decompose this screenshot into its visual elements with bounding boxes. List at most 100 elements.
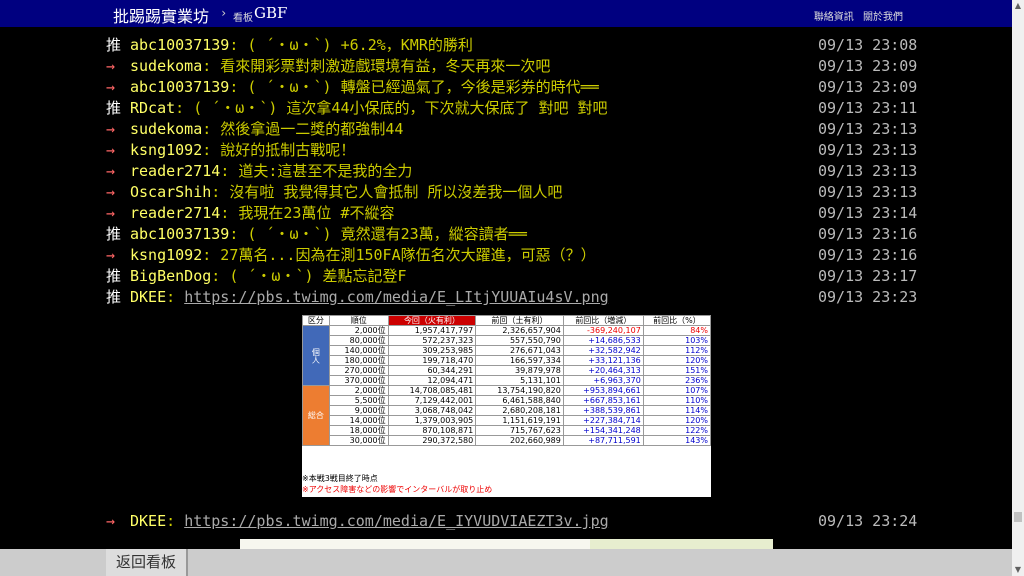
- table-cell-now: 12,094,471: [387, 375, 477, 386]
- table-cell-rank: 18,000位: [328, 425, 389, 436]
- table-note: ※アクセス障害などの影響でインターバルが取り止め: [302, 485, 493, 494]
- table-cell-diff: +87,711,591: [562, 435, 644, 446]
- site-title[interactable]: 批踢踢實業坊: [113, 3, 209, 27]
- back-to-board-button[interactable]: 返回看板: [106, 549, 188, 576]
- table-cell-now: 3,068,748,042: [387, 405, 477, 416]
- bottom-bar: 返回看板: [0, 549, 1012, 576]
- table-cell-rank: 140,000位: [328, 345, 389, 356]
- table-cell-prev: 276,671,043: [475, 345, 564, 356]
- about-link[interactable]: 關於我們: [863, 12, 903, 23]
- push-comment: 推 BigBenDog: ( ´・ω・`) 差點忘記登F 09/13 23:17: [106, 266, 926, 286]
- push-time: 09/13 23:13: [818, 120, 918, 138]
- push-comment: → ksng1092: 說好的抵制古戰呢！ 09/13 23:13: [106, 140, 926, 160]
- push-user: reader2714: [130, 204, 221, 222]
- push-tag: →: [106, 246, 116, 264]
- table-note: ※本戦3戦目終了時点: [302, 474, 378, 483]
- scroll-down-icon[interactable]: ▼: [1012, 564, 1024, 576]
- header-cell: 順位: [328, 315, 389, 326]
- header-cell: 前回比（増減）: [562, 315, 644, 326]
- table-cell-prev: 715,767,623: [475, 425, 564, 436]
- scrollbar[interactable]: ▲ ▼: [1012, 0, 1024, 576]
- table-cell-pct: 84%: [642, 325, 712, 336]
- push-time: 09/13 23:13: [818, 162, 918, 180]
- image-link[interactable]: https://pbs.twimg.com/media/E_LItjYUUAIu…: [184, 288, 608, 306]
- table-cell-prev: 39,879,978: [475, 365, 564, 376]
- table-cell-now: 1,957,417,797: [387, 325, 477, 336]
- push-time: 09/13 23:13: [818, 183, 918, 201]
- table-row: 総合 2,000位 14,708,085,481 13,754,190,820 +953…: [302, 385, 712, 446]
- push-comment: 推 abc10037139: ( ´・ω・`) 竟然還有23萬，縱容讀者══ 09…: [106, 224, 926, 244]
- push-content: : 說好的抵制古戰呢！: [202, 141, 356, 159]
- table-cell-rank: 80,000位: [328, 335, 389, 346]
- push-user: RDcat: [130, 99, 176, 117]
- table-cell-pct: 120%: [642, 355, 712, 366]
- push-content: : ( ´・ω・`) 轉盤已經過氣了，今後是彩券的時代══: [229, 78, 599, 96]
- push-time: 09/13 23:16: [818, 246, 918, 264]
- table-cell-pct: 110%: [642, 395, 712, 406]
- push-content: : 看來開彩票對刺激遊戲環境有益，冬天再來一次吧: [202, 57, 551, 75]
- push-tag: →: [106, 120, 116, 138]
- table-cell-diff: +33,121,136: [562, 355, 644, 366]
- breadcrumb-separator: ›: [220, 6, 228, 20]
- push-content: : ( ´・ω・`) 差點忘記登F: [211, 267, 407, 285]
- push-user: BigBenDog: [130, 267, 212, 285]
- push-time: 09/13 23:11: [818, 99, 918, 117]
- push-user: OscarShih: [130, 183, 212, 201]
- embedded-image-preview[interactable]: [240, 539, 773, 549]
- table-cell-rank: 270,000位: [328, 365, 389, 376]
- push-time: 09/13 23:24: [818, 512, 918, 530]
- push-comment: → sudekoma: 看來開彩票對刺激遊戲環境有益，冬天再來一次吧 09/13 …: [106, 56, 926, 76]
- table-cell-diff: +6,963,370: [562, 375, 644, 386]
- push-user: DKEE: [130, 288, 167, 306]
- table-row: 80,000位 572,237,323 557,550,790 +14,686,533…: [303, 335, 712, 346]
- push-tag: →: [106, 141, 116, 159]
- table-cell-prev: 2,326,657,904: [475, 325, 564, 336]
- board-name-link[interactable]: GBF: [254, 4, 287, 22]
- push-tag: 推: [106, 267, 122, 285]
- image-link[interactable]: https://pbs.twimg.com/media/E_IYVUDVIAEZ…: [184, 512, 608, 530]
- table-cell-prev: 1,151,619,191: [475, 415, 564, 426]
- push-tag: 推: [106, 288, 122, 306]
- scroll-up-icon[interactable]: ▲: [1012, 0, 1024, 12]
- table-cell-now: 199,718,470: [387, 355, 477, 366]
- push-content: :: [166, 512, 185, 530]
- table-row: 個人 2,000位 1,957,417,797 2,326,657,904 -369,2…: [302, 325, 712, 386]
- table-cell-diff: +20,464,313: [562, 365, 644, 376]
- table-cell-prev: 557,550,790: [475, 335, 564, 346]
- push-comment: → DKEE: https://pbs.twimg.com/media/E_IYV…: [106, 511, 926, 531]
- push-time: 09/13 23:23: [818, 288, 918, 306]
- table-cell-prev: 2,680,208,181: [475, 405, 564, 416]
- table-cell-pct: 114%: [642, 405, 712, 416]
- table-cell-pct: 143%: [642, 435, 712, 446]
- table-cell-pct: 151%: [642, 365, 712, 376]
- scrollbar-thumb[interactable]: [1014, 512, 1022, 522]
- table-cell-rank: 2,000位: [328, 385, 389, 396]
- header-cell: 区分: [302, 315, 330, 326]
- table-row: 9,000位 3,068,748,042 2,680,208,181 +388,539…: [303, 405, 712, 416]
- table-row: 180,000位 199,718,470 166,597,334 +33,121,13…: [303, 355, 712, 366]
- push-user: ksng1092: [130, 246, 203, 264]
- table-cell-rank: 14,000位: [328, 415, 389, 426]
- push-time: 09/13 23:17: [818, 267, 918, 285]
- table-cell-rank: 5,500位: [328, 395, 389, 406]
- push-comment: → OscarShih: 沒有啦 我覺得其它人會抵制 所以沒差我一個人吧 09/1…: [106, 182, 926, 202]
- embedded-ranking-table-image[interactable]: 区分 順位 今回（火有利） 前回（土有利） 前回比（増減） 前回比（%） 個人 2…: [302, 315, 712, 497]
- table-cell-pct: 120%: [642, 415, 712, 426]
- board-prefix: 看板: [233, 13, 253, 24]
- table-cell-pct: 236%: [642, 375, 712, 386]
- table-cell-now: 290,372,580: [387, 435, 477, 446]
- table-cell-diff: -369,240,107: [562, 325, 644, 336]
- table-cell-now: 309,253,985: [387, 345, 477, 356]
- push-comment: 推 DKEE: https://pbs.twimg.com/media/E_LIt…: [106, 287, 926, 307]
- table-cell-pct: 107%: [642, 385, 712, 396]
- top-links: 聯絡資訊 關於我們: [808, 8, 903, 23]
- push-user: abc10037139: [130, 225, 230, 243]
- push-content: : 沒有啦 我覺得其它人會抵制 所以沒差我一個人吧: [211, 183, 563, 201]
- push-tag: →: [106, 57, 116, 75]
- table-cell-prev: 202,660,989: [475, 435, 564, 446]
- contact-link[interactable]: 聯絡資訊: [814, 12, 854, 23]
- header-cell: 前回（土有利）: [475, 315, 564, 326]
- push-comment: 推 RDcat: ( ´・ω・`) 這次拿44小保底的，下次就大保底了 對吧 對吧…: [106, 98, 926, 118]
- push-time: 09/13 23:16: [818, 225, 918, 243]
- push-time: 09/13 23:14: [818, 204, 918, 222]
